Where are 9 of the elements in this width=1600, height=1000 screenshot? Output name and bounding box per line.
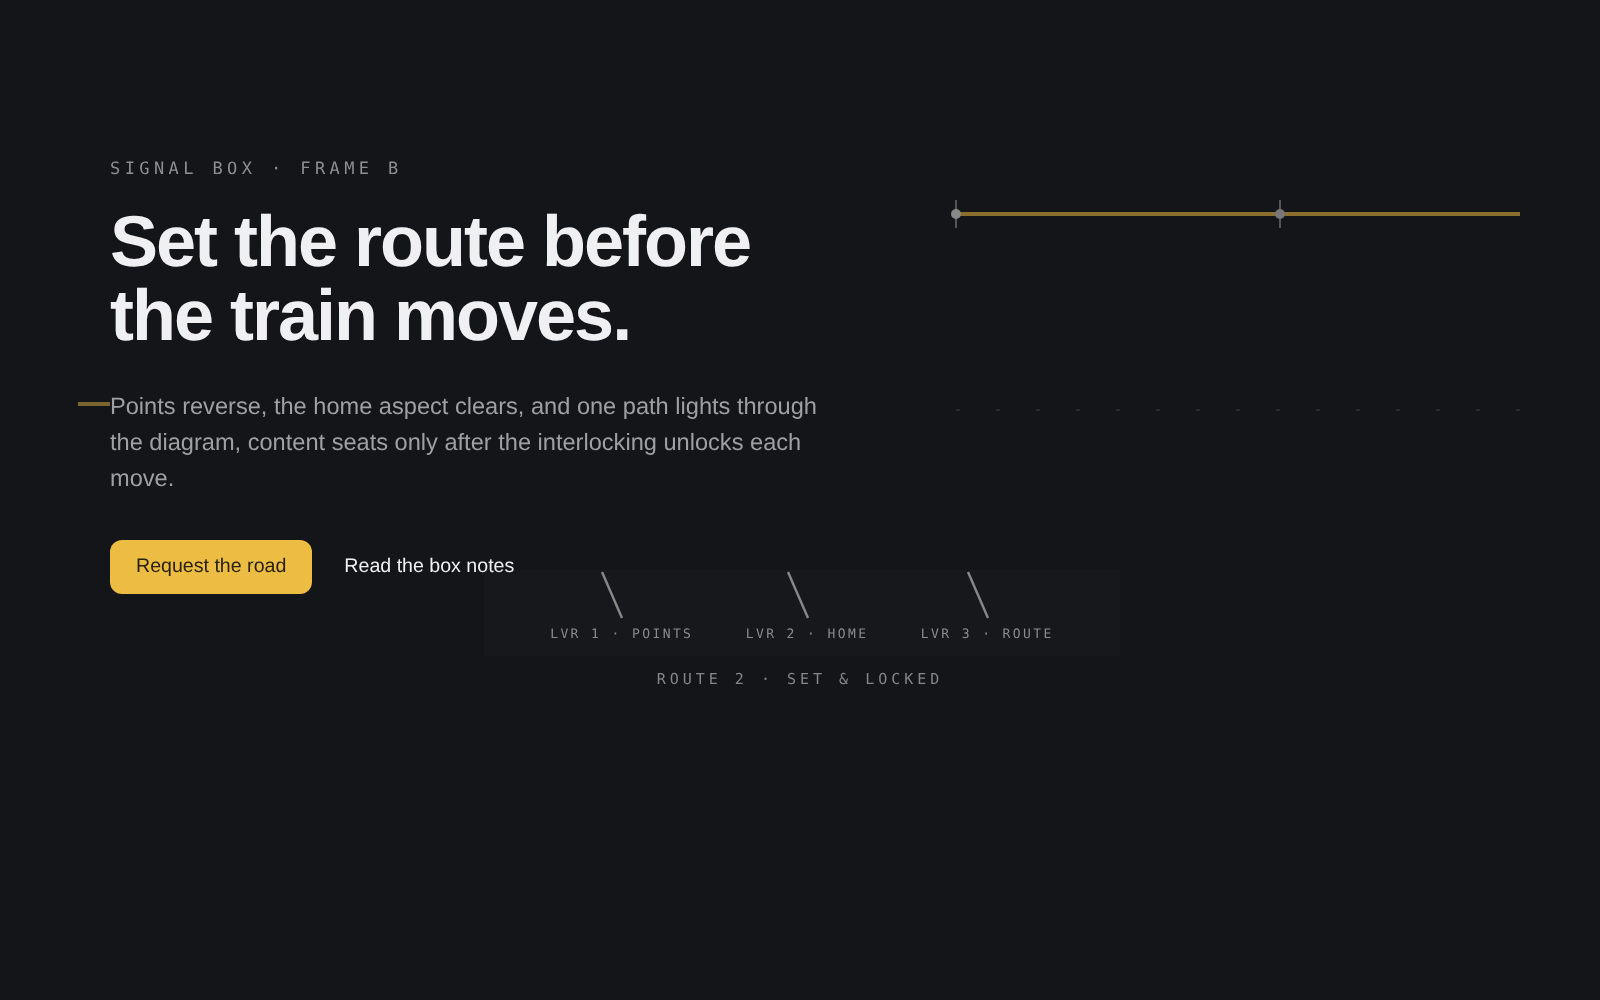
hero-heading: Set the route before the train moves. [110,204,753,352]
lede-paragraph: Points reverse, the home aspect clears, and one path lights through the diagram, content seats only after the interlocking unlocks each move. [110,390,819,496]
lever-icon [783,570,812,622]
rule-icon [78,402,110,406]
eyebrow-label: SIGNAL BOX · FRAME B [110,160,405,180]
notes-link[interactable]: Read the box notes [340,548,519,586]
lever-icon [597,570,626,622]
lever-icon [963,570,992,622]
request-button[interactable]: Request the road [110,540,313,594]
